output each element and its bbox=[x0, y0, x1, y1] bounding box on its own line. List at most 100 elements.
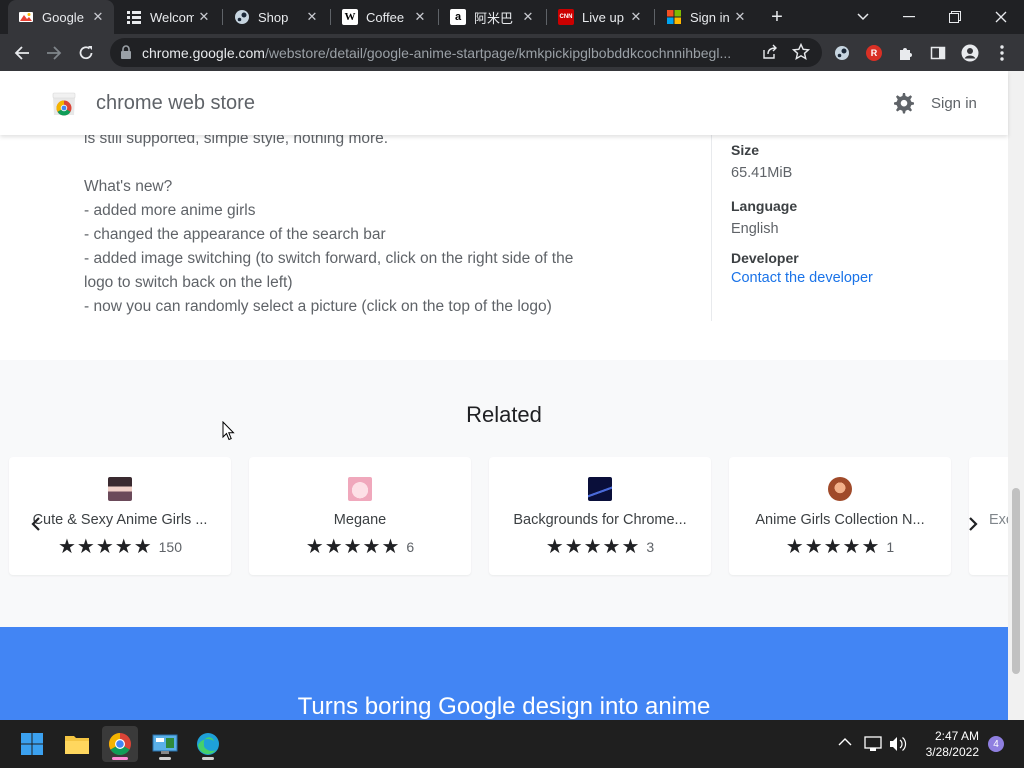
tab-label: 阿米巴 bbox=[474, 10, 514, 26]
tab-separator bbox=[546, 9, 547, 25]
grid-icon bbox=[126, 9, 142, 25]
microsoft-icon bbox=[666, 9, 682, 25]
volume-icon[interactable] bbox=[889, 736, 907, 755]
tab-label: Shop bbox=[258, 9, 289, 25]
file-explorer-icon[interactable] bbox=[59, 726, 95, 762]
changelog-item: logo to switch back on the left) bbox=[84, 274, 293, 291]
tab-shop[interactable]: Shop ✕ bbox=[224, 0, 328, 34]
card-rating: ★★★★★ 3 bbox=[489, 534, 711, 559]
lock-icon[interactable] bbox=[120, 45, 132, 64]
amazon-icon: a bbox=[450, 9, 466, 25]
tab-close-icon[interactable]: ✕ bbox=[302, 9, 322, 25]
tab-close-icon[interactable]: ✕ bbox=[730, 9, 750, 25]
card-title: Backgrounds for Chrome... bbox=[513, 512, 687, 528]
card-rating: ★★★★★ 6 bbox=[249, 534, 471, 559]
carousel-next-chevron-icon[interactable] bbox=[961, 512, 985, 536]
clock-time: 2:47 AM bbox=[934, 729, 979, 743]
tab-amazon[interactable]: a 阿米巴 ✕ bbox=[440, 0, 544, 34]
store-name[interactable]: chrome web store bbox=[96, 92, 255, 115]
sign-in-link[interactable]: Sign in bbox=[931, 95, 977, 112]
tab-close-icon[interactable]: ✕ bbox=[194, 9, 214, 25]
star-rating-icons: ★★★★★ bbox=[545, 536, 641, 558]
tab-close-icon[interactable]: ✕ bbox=[88, 9, 108, 25]
tab-google[interactable]: Google ✕ bbox=[8, 0, 114, 34]
rating-count: 150 bbox=[158, 538, 182, 555]
chrome-taskbar-icon[interactable] bbox=[102, 726, 138, 762]
extensions-puzzle-icon[interactable] bbox=[891, 34, 921, 71]
related-card[interactable]: Anime Girls Collection N... ★★★★★ 1 bbox=[729, 457, 951, 575]
changelog-item: - now you can randomly select a picture … bbox=[84, 298, 552, 315]
tab-label: Google bbox=[42, 9, 84, 25]
store-header: chrome web store Sign in bbox=[0, 71, 1008, 135]
tab-label: Live up bbox=[582, 9, 624, 25]
edge-icon[interactable] bbox=[190, 726, 226, 762]
windows-start-icon[interactable] bbox=[14, 726, 50, 762]
open-app-indicator bbox=[159, 757, 171, 760]
close-window-icon[interactable] bbox=[978, 0, 1024, 34]
notification-badge[interactable]: 4 bbox=[988, 736, 1004, 752]
network-icon[interactable] bbox=[864, 736, 882, 755]
bookmark-star-icon[interactable] bbox=[791, 42, 811, 66]
clock-date: 3/28/2022 bbox=[925, 745, 979, 759]
tab-signin[interactable]: Sign in ✕ bbox=[656, 0, 756, 34]
developer-label: Developer bbox=[731, 250, 799, 266]
language-value: English bbox=[731, 221, 779, 237]
extension-r-icon[interactable]: R bbox=[859, 34, 889, 71]
tab-search-chevron-icon[interactable] bbox=[840, 0, 886, 34]
tab-close-icon[interactable]: ✕ bbox=[518, 9, 538, 25]
related-title: Related bbox=[466, 402, 542, 427]
changelog-item: - changed the appearance of the search b… bbox=[84, 226, 386, 243]
wikipedia-icon: W bbox=[342, 9, 358, 25]
star-rating-icons: ★★★★★ bbox=[785, 536, 881, 558]
minimize-icon[interactable] bbox=[886, 0, 932, 34]
related-section: Related Cute & Sexy Anime Girls ... ★★★★… bbox=[0, 360, 1024, 627]
chrome-web-store-logo-icon[interactable] bbox=[50, 89, 78, 122]
tab-cnn[interactable]: CNN Live up ✕ bbox=[548, 0, 652, 34]
extension-thumbnail bbox=[108, 477, 132, 501]
rating-count: 3 bbox=[646, 538, 655, 555]
share-icon[interactable] bbox=[762, 44, 778, 65]
tab-label: Sign in bbox=[690, 9, 730, 25]
taskbar-clock[interactable]: 2:47 AM 3/28/2022 bbox=[919, 728, 979, 760]
windows-taskbar: 2:47 AM 3/28/2022 4 bbox=[0, 720, 1024, 768]
url-text[interactable]: chrome.google.com/webstore/detail/google… bbox=[142, 45, 752, 61]
tab-separator bbox=[438, 9, 439, 25]
tab-welcome[interactable]: Welcom ✕ bbox=[116, 0, 220, 34]
rating-count: 6 bbox=[406, 538, 415, 555]
scrollbar-thumb[interactable] bbox=[1012, 488, 1020, 674]
related-card[interactable]: Megane ★★★★★ 6 bbox=[249, 457, 471, 575]
side-panel-icon[interactable] bbox=[923, 34, 953, 71]
cnn-icon: CNN bbox=[558, 9, 574, 25]
tab-separator bbox=[222, 9, 223, 25]
tray-chevron-up-icon[interactable] bbox=[838, 734, 852, 750]
new-tab-plus-icon[interactable]: + bbox=[760, 0, 794, 34]
chrome-menu-kebab-icon[interactable] bbox=[987, 34, 1017, 71]
browser-toolbar: chrome.google.com/webstore/detail/google… bbox=[0, 34, 1024, 71]
carousel-prev-chevron-icon[interactable] bbox=[24, 512, 48, 536]
back-arrow-icon[interactable] bbox=[7, 34, 37, 71]
tab-label: Welcom bbox=[150, 9, 194, 25]
extension-thumbnail bbox=[828, 477, 852, 501]
control-panel-icon[interactable] bbox=[147, 726, 183, 762]
webpage: chrome web store Sign in is still suppor… bbox=[0, 71, 1024, 720]
contact-developer-link[interactable]: Contact the developer bbox=[731, 270, 873, 286]
card-rating: ★★★★★ 1 bbox=[729, 534, 951, 559]
whats-new-heading: What's new? bbox=[84, 178, 173, 195]
reload-icon[interactable] bbox=[71, 34, 101, 71]
profile-avatar-icon[interactable] bbox=[955, 34, 985, 71]
tab-close-icon[interactable]: ✕ bbox=[626, 9, 646, 25]
restore-icon[interactable] bbox=[932, 0, 978, 34]
forward-arrow-icon[interactable] bbox=[39, 34, 69, 71]
tab-close-icon[interactable]: ✕ bbox=[410, 9, 430, 25]
url-path: /webstore/detail/google-anime-startpage/… bbox=[264, 45, 732, 61]
tab-coffee[interactable]: W Coffee ✕ bbox=[332, 0, 436, 34]
card-title: Megane bbox=[333, 512, 387, 528]
settings-gear-icon[interactable] bbox=[893, 92, 915, 119]
address-bar[interactable]: chrome.google.com/webstore/detail/google… bbox=[110, 38, 822, 67]
url-host: chrome.google.com bbox=[142, 45, 265, 61]
tab-separator bbox=[330, 9, 331, 25]
related-card[interactable]: Backgrounds for Chrome... ★★★★★ 3 bbox=[489, 457, 711, 575]
extension-steam-icon[interactable] bbox=[827, 34, 857, 71]
page-scrollbar[interactable] bbox=[1008, 71, 1024, 720]
promo-banner: Turns boring Google design into anime bbox=[0, 627, 1008, 720]
